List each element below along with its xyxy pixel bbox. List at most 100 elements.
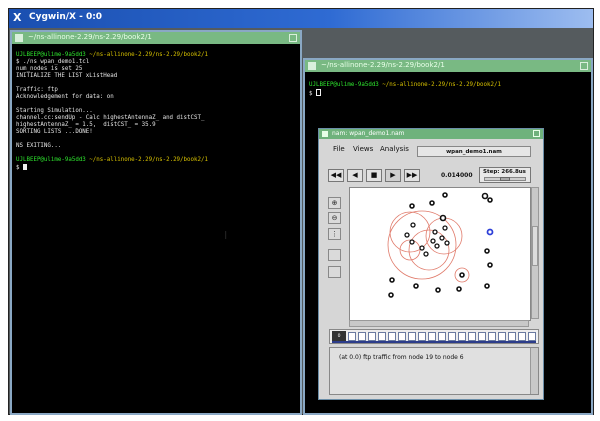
stop-button[interactable]: ■: [366, 169, 382, 182]
range-circle: [389, 211, 431, 253]
node: [481, 192, 489, 200]
timeline-tick: [378, 332, 386, 341]
node: [419, 245, 425, 251]
terminal-line: Traffic: ftp: [16, 87, 58, 93]
node: [487, 197, 493, 203]
play-button[interactable]: ▶: [385, 169, 401, 182]
simulation-time: 0.014000: [441, 172, 473, 179]
node: [409, 239, 415, 245]
node: [435, 287, 441, 293]
tool-button[interactable]: [328, 266, 341, 278]
timeline-tick: [468, 332, 476, 341]
timeline-tick: [418, 332, 426, 341]
node: [388, 292, 394, 298]
node: [410, 222, 416, 228]
grid-icon[interactable]: ⋮: [328, 228, 341, 240]
node: [439, 214, 447, 222]
annotation-scrollbar[interactable]: [530, 348, 538, 394]
menu-file[interactable]: File: [333, 145, 345, 153]
step-label: Step: 266.8us: [483, 169, 526, 175]
node: [484, 283, 490, 289]
tool-button[interactable]: [328, 249, 341, 261]
network-topology-svg: [387, 192, 494, 298]
node: [430, 238, 436, 244]
timeline-tick: [368, 332, 376, 341]
timeline-tick: [398, 332, 406, 341]
xterm-left-titlebar[interactable]: ~/ns-allinone-2.29/ns-2.29/book2/1: [12, 32, 300, 44]
nam-titlebar[interactable]: nam: wpan_demo1.nam: [319, 129, 543, 139]
timeline-tick: [488, 332, 496, 341]
timeline-tick: [388, 332, 396, 341]
scrollbar-thumb[interactable]: [532, 226, 538, 266]
node: [409, 203, 415, 209]
terminal-line: channel.cc:sendUp - Calc highestAntennaZ…: [16, 115, 205, 121]
transmission-range-circles: [387, 210, 470, 283]
timeline-tick: [458, 332, 466, 341]
step-slider[interactable]: [484, 177, 526, 181]
nam-title: nam: wpan_demo1.nam: [332, 130, 405, 137]
xterm-left-window[interactable]: ~/ns-allinone-2.29/ns-2.29/book2/1 UJLBE…: [10, 30, 302, 415]
node: [487, 262, 493, 268]
timeline-slider[interactable]: 0: [329, 329, 539, 344]
timeline-progress-bar: [332, 341, 536, 343]
step-back-button[interactable]: ◀: [347, 169, 363, 182]
xterm-right-title: ~/ns-allinone-2.29/ns-2.29/book2/1: [321, 61, 445, 69]
terminal-line: INITIALIZE THE LIST xListHead: [16, 73, 118, 79]
menu-views[interactable]: Views: [353, 145, 373, 153]
text-cursor: [22, 164, 27, 170]
xterm-right-command-line[interactable]: $: [309, 89, 321, 98]
zoom-in-icon[interactable]: ⊕: [328, 197, 341, 209]
timeline-tick: [348, 332, 356, 341]
xterm-right-prompt-line: UJLBEEP@ulime-9a5dd3 ~/ns-allinone-2.29/…: [309, 82, 501, 88]
step-slider-thumb[interactable]: [500, 177, 510, 181]
xterm-left-title: ~/ns-allinone-2.29/ns-2.29/book2/1: [28, 33, 152, 41]
canvas-vertical-scrollbar[interactable]: [531, 187, 539, 319]
menu-analysis[interactable]: Analysis: [380, 145, 409, 153]
terminal-line: highestAntennaZ_ = 1.5, distCST_ = 35.9: [16, 122, 156, 128]
node: [442, 225, 448, 231]
terminal-line: Starting Simulation...: [16, 108, 93, 114]
ibeam-cursor-icon: I: [224, 229, 228, 242]
maximize-icon[interactable]: [533, 130, 540, 137]
xterm-right-titlebar[interactable]: ~/ns-allinone-2.29/ns-2.29/book2/1: [305, 60, 591, 72]
cygwin-x-titlebar[interactable]: X Cygwin/X - 0:0: [9, 9, 593, 28]
timeline-tick: [498, 332, 506, 341]
node: [456, 286, 462, 292]
node: [404, 232, 410, 238]
terminal-line: UJLBEEP@ulime-9a5dd3 ~/ns-allinone-2.29/…: [16, 52, 208, 58]
window-menu-icon[interactable]: [322, 131, 328, 137]
node: [432, 229, 438, 235]
terminal-line: $ ./ns wpan_demo1.tcl: [16, 59, 90, 65]
maximize-icon[interactable]: [580, 62, 588, 70]
maximize-icon[interactable]: [289, 34, 297, 42]
window-menu-icon[interactable]: [308, 62, 316, 70]
node: [439, 235, 445, 241]
timeline-tick: [528, 332, 536, 341]
zoom-out-icon[interactable]: ⊖: [328, 212, 341, 224]
timeline-tick: [478, 332, 486, 341]
range-circle: [425, 217, 463, 255]
annotation-text[interactable]: (at 0.0) ftp traffic from node 19 to nod…: [339, 354, 464, 361]
node: [423, 251, 429, 257]
timeline-tick: [428, 332, 436, 341]
timeline-tick: [408, 332, 416, 341]
node: [444, 240, 450, 246]
timeline-tick: [358, 332, 366, 341]
window-menu-icon[interactable]: [15, 34, 23, 42]
step-control: Step: 266.8us: [479, 167, 531, 183]
nam-filename-field: wpan_demo1.nam: [417, 146, 531, 157]
timeline-tick: [518, 332, 526, 341]
node-highlighted: [486, 228, 494, 236]
terminal-line: NS EXITING...: [16, 143, 62, 149]
node: [389, 277, 395, 283]
timeline-tick: [448, 332, 456, 341]
fast-forward-button[interactable]: ▶▶: [404, 169, 420, 182]
nam-window[interactable]: nam: wpan_demo1.nam File Views Analysis …: [318, 128, 544, 400]
rewind-button[interactable]: ◀◀: [328, 169, 344, 182]
canvas-horizontal-scrollbar[interactable]: [349, 320, 529, 327]
nodes-active: [404, 222, 450, 257]
annotation-panel[interactable]: (at 0.0) ftp traffic from node 19 to nod…: [329, 347, 539, 395]
node: [459, 272, 465, 278]
network-animation-canvas[interactable]: [349, 187, 531, 321]
node: [434, 243, 440, 249]
